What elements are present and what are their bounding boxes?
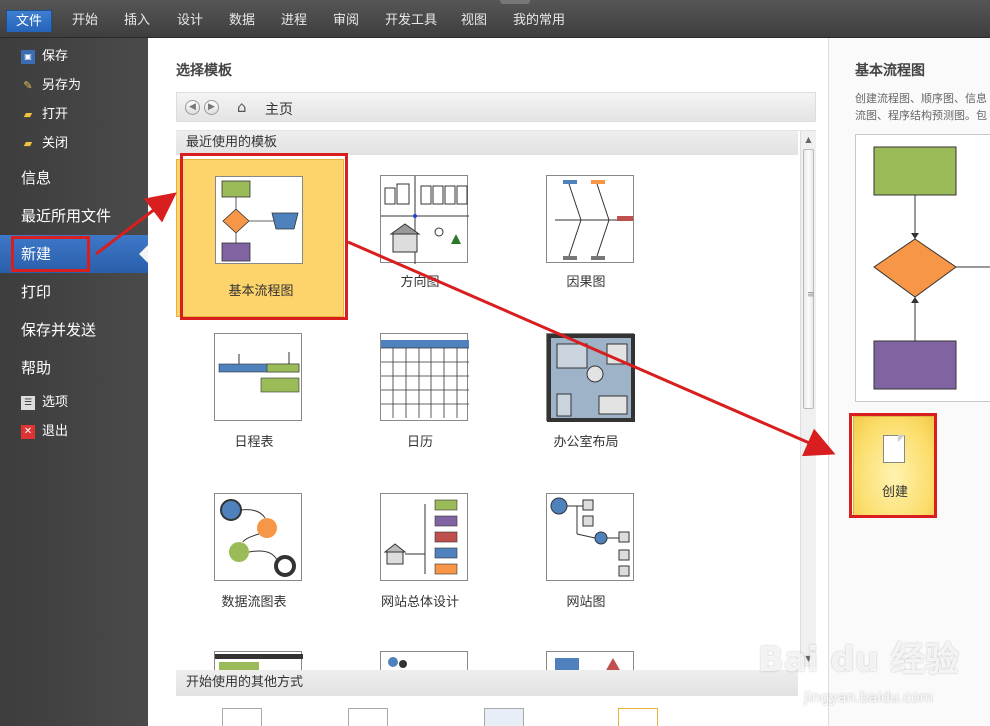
nav-exit-label: 退出 (42, 424, 69, 439)
template-office-layout[interactable]: 办公室布局 (516, 319, 656, 459)
preview-image (855, 134, 990, 402)
template-basic-flowchart[interactable]: 基本流程图 (176, 159, 344, 317)
baidu-watermark-url: jingyan.baidu.com (804, 690, 934, 706)
path-home-label[interactable]: 主页 (265, 99, 293, 119)
choose-template-title: 选择模板 (176, 63, 232, 79)
sample-doc-icon[interactable] (348, 708, 388, 726)
tab-design[interactable]: 设计 (177, 10, 203, 32)
site-map-thumbnail (546, 493, 634, 581)
exit-icon: ✕ (21, 425, 35, 439)
nav-save[interactable]: ▣ 保存 (0, 43, 148, 71)
scroll-thumb[interactable]: ≡ (803, 149, 815, 409)
tab-process[interactable]: 进程 (281, 10, 307, 32)
tab-file[interactable]: 文件 (6, 10, 52, 32)
template-grid: 最近使用的模板 基本流程图 方向图 因果图 日程表 日历 办公室布局 数据流图表… (176, 130, 816, 708)
save-as-icon: ✎ (23, 79, 33, 92)
nav-save-as[interactable]: ✎ 另存为 (0, 72, 148, 100)
blank-doc-icon[interactable] (222, 708, 262, 726)
tab-home[interactable]: 开始 (72, 10, 98, 32)
template-label: 方向图 (400, 275, 440, 290)
home-icon[interactable]: ⌂ (237, 99, 247, 115)
nav-save-as-label: 另存为 (42, 78, 82, 93)
back-arrow-icon[interactable]: ◀ (185, 100, 200, 115)
calendar-thumbnail (380, 333, 469, 421)
forward-arrow-icon[interactable]: ▶ (204, 100, 219, 115)
template-chooser: 选择模板 ◀ ▶ ⌂ 主页 最近使用的模板 基本流程图 方向图 因果图 日程表 … (148, 38, 828, 726)
template-label: 办公室布局 (553, 435, 619, 450)
template-cause-effect[interactable]: 因果图 (516, 159, 656, 299)
new-from-template-icon[interactable] (618, 708, 658, 726)
backstage-nav: ▣ 保存 ✎ 另存为 ▰ 打开 ▰ 关闭 信息 最近所用文件 新建 打印 保存并… (0, 38, 149, 726)
nav-close[interactable]: ▰ 关闭 (0, 130, 148, 158)
nav-new[interactable]: 新建 (0, 235, 149, 273)
tab-data[interactable]: 数据 (229, 10, 255, 32)
directional-map-thumbnail (380, 175, 469, 264)
tab-review[interactable]: 审阅 (333, 10, 359, 32)
scroll-up-icon[interactable]: ▲ (803, 134, 814, 145)
template-label: 日程表 (234, 435, 274, 450)
nav-exit[interactable]: ✕ 退出 (0, 418, 148, 446)
template-site-map[interactable]: 网站图 (516, 479, 656, 619)
nav-save-label: 保存 (42, 49, 69, 64)
existing-doc-icon[interactable] (484, 708, 524, 726)
close-folder-icon: ▰ (23, 137, 33, 150)
template-calendar[interactable]: 日历 (350, 319, 490, 459)
create-button[interactable]: 创建 (853, 416, 935, 516)
tab-my-favorites[interactable]: 我的常用 (513, 10, 565, 32)
window-title-fragment (500, 0, 530, 4)
options-icon: ☰ (21, 396, 35, 410)
template-path-bar: ◀ ▶ ⌂ 主页 (176, 92, 816, 122)
template-peek-3[interactable] (546, 651, 634, 672)
nav-help[interactable]: 帮助 (0, 349, 148, 387)
timeline-thumbnail (214, 333, 302, 421)
preview-description: 创建流程图、顺序图、信息流图、程序结构预测图。包含连接线和链接。 (855, 92, 987, 122)
nav-open-label: 打开 (42, 107, 69, 122)
template-scrollbar[interactable]: ▲ ≡ ▼ (800, 131, 816, 667)
template-peek-2[interactable] (380, 651, 468, 671)
create-button-label: 创建 (881, 485, 908, 500)
open-folder-icon: ▰ (23, 108, 33, 121)
website-plan-thumbnail (380, 493, 468, 581)
ribbon-tab-bar: 文件 开始 插入 设计 数据 进程 审阅 开发工具 视图 我的常用 (0, 0, 990, 38)
template-label: 日历 (406, 435, 433, 450)
template-website-plan[interactable]: 网站总体设计 (350, 479, 490, 619)
template-timeline[interactable]: 日程表 (184, 319, 324, 459)
template-label: 因果图 (566, 275, 606, 290)
nav-print[interactable]: 打印 (0, 273, 148, 311)
template-directional-map[interactable]: 方向图 (350, 159, 490, 299)
office-layout-thumbnail (546, 333, 635, 422)
nav-options[interactable]: ☰ 选项 (0, 389, 148, 417)
template-preview-panel: 基本流程图 创建流程图、顺序图、信息流图、程序结构预测图。包含连接线和链接。 创… (828, 38, 990, 726)
nav-options-label: 选项 (42, 395, 69, 410)
recent-templates-header: 最近使用的模板 (176, 131, 798, 155)
other-ways-header: 开始使用的其他方式 (176, 670, 798, 696)
tab-insert[interactable]: 插入 (124, 10, 150, 32)
nav-close-label: 关闭 (42, 136, 69, 151)
cause-effect-thumbnail (546, 175, 634, 263)
data-flow-thumbnail (214, 493, 302, 581)
tab-view[interactable]: 视图 (461, 10, 487, 32)
basic-flowchart-thumbnail (215, 176, 303, 264)
nav-info[interactable]: 信息 (0, 159, 148, 197)
nav-recent[interactable]: 最近所用文件 (0, 197, 148, 235)
nav-open[interactable]: ▰ 打开 (0, 101, 148, 129)
template-peek-1[interactable] (214, 651, 303, 671)
tab-developer[interactable]: 开发工具 (385, 10, 437, 32)
save-icon: ▣ (21, 50, 35, 64)
template-label: 基本流程图 (228, 284, 294, 299)
template-label: 网站总体设计 (380, 595, 459, 610)
template-data-flow[interactable]: 数据流图表 (184, 479, 324, 619)
new-document-icon (883, 435, 905, 463)
template-label: 网站图 (566, 595, 606, 610)
nav-save-send[interactable]: 保存并发送 (0, 311, 148, 349)
baidu-watermark: Bai du 经验 (758, 640, 959, 680)
preview-title: 基本流程图 (855, 63, 925, 79)
template-label: 数据流图表 (221, 595, 287, 610)
